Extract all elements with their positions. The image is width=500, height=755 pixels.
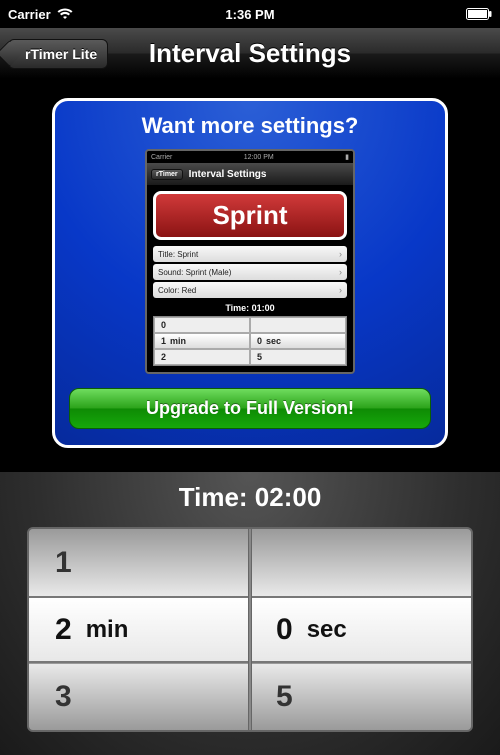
nav-bar: rTimer Lite Interval Settings xyxy=(0,28,500,80)
mini-pick-cell: 5 xyxy=(250,349,346,365)
picker-minutes-above[interactable]: 1 xyxy=(29,529,250,596)
mini-back-button: rTimer xyxy=(151,169,183,180)
mini-pick-cell: 2 xyxy=(154,349,250,365)
mini-pick-cell xyxy=(250,317,346,333)
mini-sprint-badge: Sprint xyxy=(153,191,347,240)
mini-nav-bar: rTimer Interval Settings xyxy=(147,163,353,185)
upgrade-button-label: Upgrade to Full Version! xyxy=(146,398,354,418)
upgrade-button[interactable]: Upgrade to Full Version! xyxy=(69,388,431,429)
status-left: Carrier xyxy=(8,7,73,22)
chevron-right-icon: › xyxy=(339,285,342,295)
picker-seconds-above[interactable] xyxy=(250,529,471,596)
picker-minutes-below[interactable]: 3 xyxy=(29,663,250,730)
mini-time-label: Time: 01:00 xyxy=(153,303,347,313)
promo-heading: Want more settings? xyxy=(69,113,431,139)
time-label: Time: 02:00 xyxy=(0,482,500,513)
mini-status-bar: Carrier 12:00 PM ▮ xyxy=(147,151,353,163)
mini-settings-rows: Title: Sprint› Sound: Sprint (Male)› Col… xyxy=(153,246,347,298)
picker-seconds-selected[interactable]: 0sec xyxy=(250,596,471,663)
battery-icon xyxy=(466,8,492,20)
carrier-label: Carrier xyxy=(8,7,51,22)
mini-nav-title: Interval Settings xyxy=(189,169,267,180)
status-bar: Carrier 1:36 PM xyxy=(0,0,500,28)
back-button-label: rTimer Lite xyxy=(25,46,97,62)
mini-picker: 0 1min 0sec 2 5 xyxy=(153,316,347,366)
time-section: Time: 02:00 1 2min 0sec 3 5 xyxy=(0,472,500,755)
mini-battery-icon: ▮ xyxy=(345,153,349,161)
unit-sec: sec xyxy=(307,616,347,644)
back-button[interactable]: rTimer Lite xyxy=(8,39,108,69)
status-right xyxy=(466,8,492,20)
picker-seconds-below[interactable]: 5 xyxy=(250,663,471,730)
status-time: 1:36 PM xyxy=(225,7,274,22)
chevron-right-icon: › xyxy=(339,267,342,277)
unit-min: min xyxy=(86,616,129,644)
mini-pick-cell: 1min xyxy=(154,333,250,349)
mini-pick-cell: 0 xyxy=(154,317,250,333)
time-picker[interactable]: 1 2min 0sec 3 5 xyxy=(27,527,473,732)
chevron-right-icon: › xyxy=(339,249,342,259)
mini-status-time: 12:00 PM xyxy=(244,154,274,161)
promo-screenshot: Carrier 12:00 PM ▮ rTimer Interval Setti… xyxy=(145,149,355,374)
promo-card: Want more settings? Carrier 12:00 PM ▮ r… xyxy=(52,98,448,448)
mini-pick-cell: 0sec xyxy=(250,333,346,349)
mini-row-sound: Sound: Sprint (Male)› xyxy=(153,264,347,280)
mini-carrier: Carrier xyxy=(151,154,172,161)
mini-row-color: Color: Red› xyxy=(153,282,347,298)
picker-minutes-selected[interactable]: 2min xyxy=(29,596,250,663)
promo-section: Want more settings? Carrier 12:00 PM ▮ r… xyxy=(0,80,500,472)
wifi-icon xyxy=(57,8,73,20)
mini-body: Sprint Title: Sprint› Sound: Sprint (Mal… xyxy=(147,185,353,372)
mini-row-title: Title: Sprint› xyxy=(153,246,347,262)
page-title: Interval Settings xyxy=(149,38,351,69)
